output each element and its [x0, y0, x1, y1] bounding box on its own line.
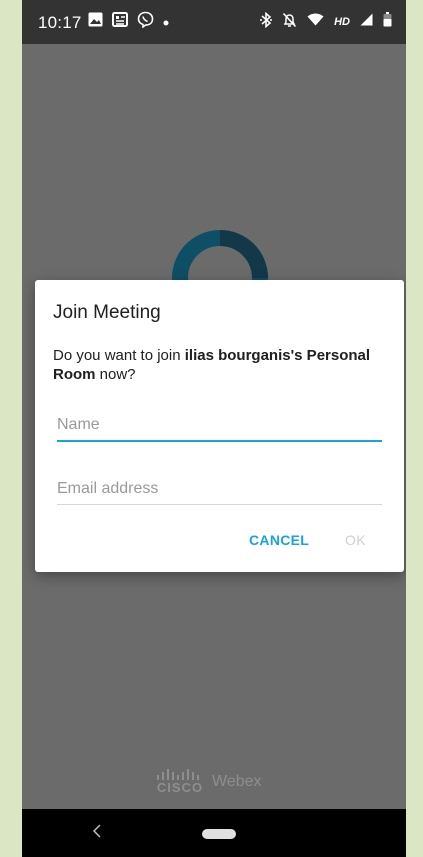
ok-button[interactable]: OK — [345, 532, 366, 548]
signal-icon — [360, 13, 373, 31]
cancel-button[interactable]: CANCEL — [249, 532, 309, 548]
wifi-icon — [307, 13, 324, 31]
dialog-title: Join Meeting — [53, 302, 161, 323]
system-icons: HD — [260, 11, 392, 33]
status-bar: 10:17 HD — [22, 0, 406, 44]
message-prefix: Do you want to join — [53, 347, 185, 364]
bluetooth-icon — [260, 11, 273, 33]
back-chevron-icon[interactable] — [92, 821, 102, 844]
navigation-bar — [22, 809, 406, 857]
home-pill-button[interactable] — [202, 829, 236, 839]
dialog-message: Do you want to join ilias bourganis's Pe… — [53, 346, 383, 384]
webex-wordmark: Webex — [212, 772, 262, 790]
silent-icon — [282, 12, 297, 33]
cisco-webex-branding: CISCO Webex — [156, 768, 262, 795]
battery-icon — [383, 12, 392, 32]
join-meeting-dialog: Join Meeting Do you want to join ilias b… — [35, 280, 404, 572]
message-suffix: now? — [95, 366, 136, 383]
status-time: 10:17 — [38, 13, 82, 32]
cisco-logo: CISCO — [156, 768, 204, 795]
notification-icons — [88, 11, 169, 33]
hd-label: HD — [334, 16, 350, 28]
image-icon — [88, 12, 103, 32]
email-input[interactable] — [57, 474, 382, 505]
phone-screen: 10:17 HD Join Meeting Do you want to joi… — [22, 0, 406, 857]
dot-icon — [163, 13, 169, 31]
name-input[interactable] — [57, 410, 382, 442]
news-icon — [112, 12, 128, 32]
cisco-wordmark: CISCO — [156, 780, 204, 795]
viber-icon — [137, 11, 154, 33]
